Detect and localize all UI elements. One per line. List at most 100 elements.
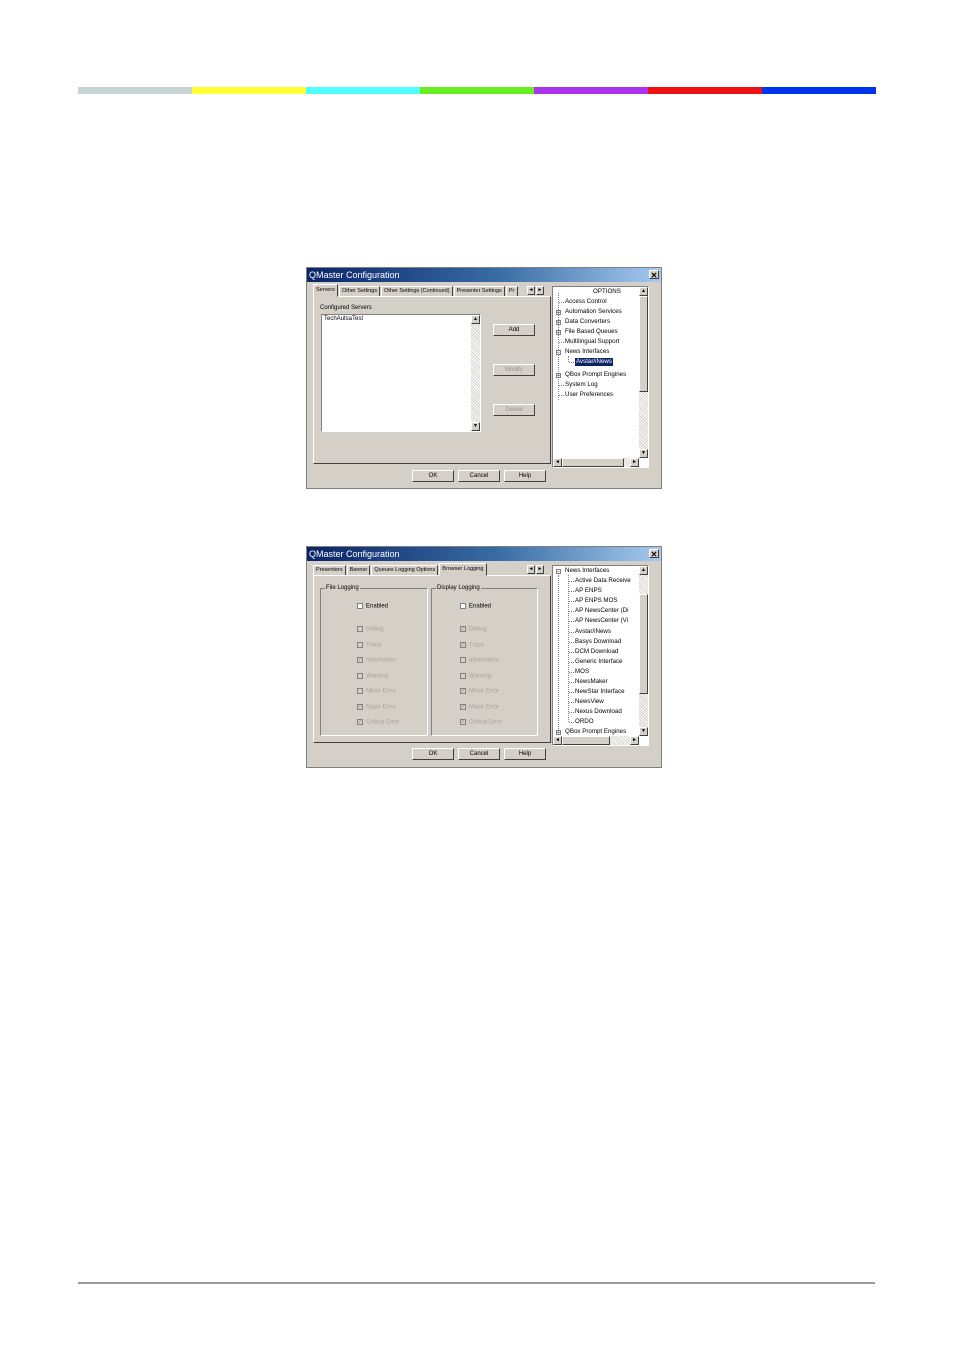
scroll-thumb[interactable] bbox=[639, 296, 648, 392]
tab-servers[interactable]: Servers bbox=[313, 284, 338, 297]
tree-item-file-based-queues[interactable]: File Based Queues bbox=[565, 328, 618, 336]
checkmark-icon[interactable]: ✓ bbox=[460, 704, 466, 710]
file-critical-error-checkbox[interactable]: ✓ Critical Error bbox=[357, 719, 399, 727]
file-warning-checkbox[interactable]: Warning bbox=[357, 673, 388, 681]
modify-button[interactable]: Modify bbox=[493, 364, 535, 376]
checkbox-icon[interactable] bbox=[460, 603, 466, 609]
expand-icon[interactable]: + bbox=[556, 730, 561, 736]
checkmark-icon[interactable]: ✓ bbox=[357, 657, 363, 663]
checkmark-icon[interactable]: ✓ bbox=[357, 719, 363, 725]
checkmark-icon[interactable]: ✓ bbox=[460, 688, 466, 694]
scroll-up-icon[interactable]: ▲ bbox=[639, 287, 648, 296]
tab-scroll-right-icon[interactable]: ► bbox=[536, 286, 544, 295]
tree-item-system-log[interactable]: System Log bbox=[565, 381, 598, 389]
tab-scroll-right-icon[interactable]: ► bbox=[536, 565, 544, 574]
tree-item-access-control[interactable]: Access Control bbox=[565, 298, 607, 306]
tree-item-nexus-download[interactable]: Nexus Download bbox=[575, 708, 622, 716]
display-trace-checkbox[interactable]: ✓ Trace bbox=[460, 642, 484, 650]
tree-item-newsmaker[interactable]: NewsMaker bbox=[575, 678, 608, 686]
display-information-checkbox[interactable]: Information bbox=[460, 657, 499, 665]
scroll-right-icon[interactable]: ► bbox=[630, 458, 639, 467]
scroll-thumb[interactable] bbox=[562, 458, 624, 467]
tree-item-qbox-prompt-engines[interactable]: QBox Prompt Engines bbox=[565, 371, 626, 379]
file-information-checkbox[interactable]: ✓ Information bbox=[357, 657, 396, 665]
tab-browser-logging[interactable]: Browser Logging bbox=[439, 563, 487, 576]
tree-item-ordo[interactable]: ORDO bbox=[575, 718, 594, 726]
tab-scroll-left-icon[interactable]: ◄ bbox=[527, 565, 535, 574]
tree-item-automation-services[interactable]: Automation Services bbox=[565, 308, 622, 316]
tree-item-data-converters[interactable]: Data Converters bbox=[565, 318, 610, 326]
display-logging-enabled-checkbox[interactable]: Enabled bbox=[460, 603, 491, 611]
scroll-up-icon[interactable]: ▲ bbox=[639, 566, 648, 575]
news-interfaces-tree[interactable]: − News Interfaces Active Data Receive AP… bbox=[552, 565, 649, 746]
scroll-left-icon[interactable]: ◄ bbox=[553, 458, 562, 467]
tree-item-ap-enps-mos[interactable]: AP ENPS MOS bbox=[575, 597, 618, 605]
cancel-button[interactable]: Cancel bbox=[458, 748, 500, 760]
file-minor-error-checkbox[interactable]: Minor Error bbox=[357, 688, 396, 696]
tree-hscrollbar[interactable]: ◄ ► bbox=[553, 736, 639, 745]
tree-vscrollbar[interactable]: ▲ ▼ bbox=[639, 287, 648, 458]
file-major-error-checkbox[interactable]: ✓ Major Error bbox=[357, 704, 396, 712]
checkbox-icon[interactable] bbox=[357, 626, 363, 632]
collapse-icon[interactable]: − bbox=[556, 569, 561, 575]
tree-item-dcm-download[interactable]: DCM Download bbox=[575, 648, 618, 656]
help-button[interactable]: Help bbox=[504, 470, 546, 482]
scroll-down-icon[interactable]: ▼ bbox=[639, 727, 648, 736]
ok-button[interactable]: OK bbox=[412, 748, 454, 760]
tree-item-ap-enps[interactable]: AP ENPS bbox=[575, 587, 602, 595]
tree-item-generic-interface[interactable]: Generic Interface bbox=[575, 658, 622, 666]
tree-vscrollbar[interactable]: ▲ ▼ bbox=[639, 566, 648, 736]
checkmark-icon[interactable]: ✓ bbox=[357, 704, 363, 710]
options-tree[interactable]: OPTIONS Access Control + Automation Serv… bbox=[552, 286, 649, 468]
display-debug-checkbox[interactable]: ✓ Debug bbox=[460, 626, 487, 634]
tab-scroll-left-icon[interactable]: ◄ bbox=[527, 286, 535, 295]
checkbox-icon[interactable] bbox=[357, 688, 363, 694]
cancel-button[interactable]: Cancel bbox=[458, 470, 500, 482]
display-major-error-checkbox[interactable]: ✓ Major Error bbox=[460, 704, 499, 712]
display-critical-error-checkbox[interactable]: ✓ Critical Error bbox=[460, 719, 502, 727]
close-icon[interactable]: ✕ bbox=[649, 270, 659, 280]
expand-icon[interactable]: + bbox=[556, 320, 561, 326]
close-icon[interactable]: ✕ bbox=[649, 549, 659, 559]
tree-hscrollbar[interactable]: ◄ ► bbox=[553, 458, 639, 467]
expand-icon[interactable]: + bbox=[556, 373, 561, 379]
tree-item-avstar-inews[interactable]: Avstar/iNews bbox=[575, 628, 611, 636]
checkbox-icon[interactable] bbox=[357, 673, 363, 679]
tree-item-newstar-interface[interactable]: NewStar Interface bbox=[575, 688, 625, 696]
checkmark-icon[interactable]: ✓ bbox=[460, 642, 466, 648]
file-debug-checkbox[interactable]: Debug bbox=[357, 626, 384, 634]
tree-item-user-preferences[interactable]: User Preferences bbox=[565, 391, 613, 399]
scroll-up-icon[interactable]: ▲ bbox=[471, 315, 480, 324]
scroll-left-icon[interactable]: ◄ bbox=[553, 736, 562, 745]
servers-scrollbar[interactable]: ▲ ▼ bbox=[471, 315, 480, 431]
scroll-thumb[interactable] bbox=[639, 594, 648, 694]
tree-item-qbox-prompt-engines[interactable]: QBox Prompt Engines bbox=[565, 728, 626, 736]
file-trace-checkbox[interactable]: Trace bbox=[357, 642, 381, 650]
tree-item-ap-newscenter-di[interactable]: AP NewsCenter (Di bbox=[575, 607, 629, 615]
display-warning-checkbox[interactable]: Warning bbox=[460, 673, 491, 681]
checkbox-icon[interactable] bbox=[460, 657, 466, 663]
tree-item-basys-download[interactable]: Basys Download bbox=[575, 638, 621, 646]
checkbox-icon[interactable] bbox=[460, 673, 466, 679]
add-button[interactable]: Add bbox=[493, 324, 535, 336]
server-item-0[interactable]: TechAutsaTest bbox=[324, 316, 363, 322]
file-logging-enabled-checkbox[interactable]: Enabled bbox=[357, 603, 388, 611]
expand-icon[interactable]: + bbox=[556, 310, 561, 316]
scroll-down-icon[interactable]: ▼ bbox=[639, 449, 648, 458]
tree-item-newsview[interactable]: NewsView bbox=[575, 698, 604, 706]
help-button[interactable]: Help bbox=[504, 748, 546, 760]
tree-item-news-interfaces[interactable]: News Interfaces bbox=[565, 348, 609, 356]
configured-servers-list[interactable]: TechAutsaTest ▲ ▼ bbox=[321, 314, 481, 432]
tree-root-options[interactable]: OPTIONS bbox=[593, 288, 621, 296]
tree-item-multilingual-support[interactable]: Multilingual Support bbox=[565, 338, 619, 346]
tree-item-ap-newscenter-vi[interactable]: AP NewsCenter (Vi bbox=[575, 617, 628, 625]
checkbox-icon[interactable] bbox=[357, 642, 363, 648]
tree-item-avstar-inews[interactable]: Avstar/iNews bbox=[575, 358, 613, 366]
scroll-thumb[interactable] bbox=[562, 736, 610, 745]
checkmark-icon[interactable]: ✓ bbox=[460, 719, 466, 725]
scroll-down-icon[interactable]: ▼ bbox=[471, 422, 480, 431]
collapse-icon[interactable]: − bbox=[556, 350, 561, 356]
tree-item-active-data-receive[interactable]: Active Data Receive bbox=[575, 577, 631, 585]
delete-button[interactable]: Delete bbox=[493, 404, 535, 416]
checkbox-icon[interactable] bbox=[357, 603, 363, 609]
